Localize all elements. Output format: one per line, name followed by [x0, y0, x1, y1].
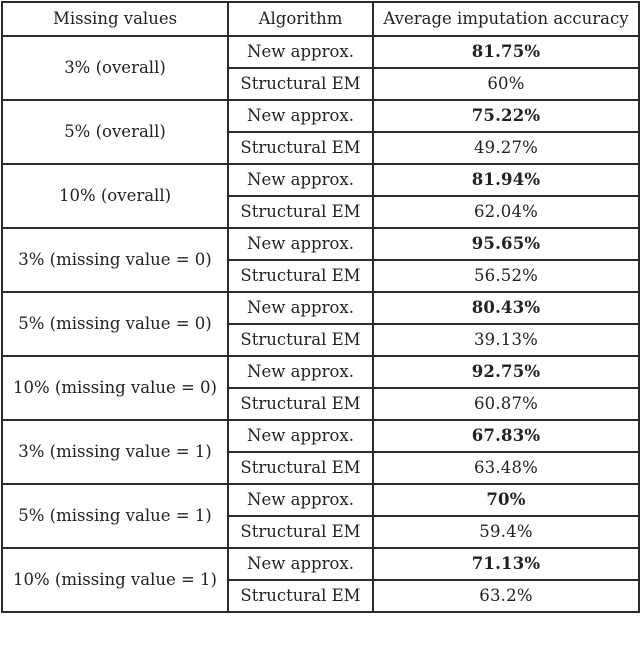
accuracy-cell-best: 75.22%: [372, 99, 640, 133]
algorithm-cell: Structural EM: [227, 579, 374, 613]
algorithm-cell: New approx.: [227, 419, 374, 453]
table-row: 5% (missing value = 0) New approx. 80.43%: [1, 291, 640, 357]
algorithm-cell: New approx.: [227, 291, 374, 325]
algorithm-cell: Structural EM: [227, 323, 374, 357]
accuracy-cell-best: 71.13%: [372, 547, 640, 581]
accuracy-cell: 39.13%: [372, 323, 640, 357]
missing-values-cell: 10% (missing value = 0): [1, 355, 229, 421]
accuracy-cell: 60%: [372, 67, 640, 101]
algorithm-cell: Structural EM: [227, 259, 374, 293]
algorithm-cell: New approx.: [227, 227, 374, 261]
accuracy-cell: 63.2%: [372, 579, 640, 613]
accuracy-cell: 63.48%: [372, 451, 640, 485]
algorithm-cell: New approx.: [227, 483, 374, 517]
header-row: Missing values Algorithm Average imputat…: [1, 1, 640, 37]
algorithm-cell: Structural EM: [227, 195, 374, 229]
imputation-accuracy-table: Missing values Algorithm Average imputat…: [1, 1, 640, 613]
missing-values-cell: 5% (missing value = 1): [1, 483, 229, 549]
algorithm-cell: New approx.: [227, 99, 374, 133]
accuracy-cell: 49.27%: [372, 131, 640, 165]
algorithm-cell: New approx.: [227, 355, 374, 389]
missing-values-cell: 3% (missing value = 0): [1, 227, 229, 293]
accuracy-cell-best: 95.65%: [372, 227, 640, 261]
accuracy-cell-best: 92.75%: [372, 355, 640, 389]
algorithm-cell: Structural EM: [227, 451, 374, 485]
table-row: 3% (overall) New approx. 81.75%: [1, 35, 640, 101]
missing-values-cell: 5% (overall): [1, 99, 229, 165]
header-algorithm: Algorithm: [227, 1, 374, 37]
missing-values-cell: 5% (missing value = 0): [1, 291, 229, 357]
table-row: 5% (overall) New approx. 75.22%: [1, 99, 640, 165]
algorithm-cell: New approx.: [227, 547, 374, 581]
table-body: 3% (overall) New approx. 81.75% Structural …: [1, 35, 640, 613]
document-page: Missing values Algorithm Average imputat…: [0, 0, 640, 658]
accuracy-cell-best: 81.94%: [372, 163, 640, 197]
missing-values-cell: 3% (overall): [1, 35, 229, 101]
header-missing-values: Missing values: [1, 1, 229, 37]
accuracy-cell-best: 81.75%: [372, 35, 640, 69]
algorithm-cell: New approx.: [227, 35, 374, 69]
accuracy-cell-best: 67.83%: [372, 419, 640, 453]
table-row: 5% (missing value = 1) New approx. 70%: [1, 483, 640, 549]
accuracy-cell-best: 80.43%: [372, 291, 640, 325]
accuracy-cell: 59.4%: [372, 515, 640, 549]
table-row: 3% (missing value = 1) New approx. 67.83%: [1, 419, 640, 485]
table-row: 3% (missing value = 0) New approx. 95.65%: [1, 227, 640, 293]
table-row: 10% (overall) New approx. 81.94%: [1, 163, 640, 229]
missing-values-cell: 10% (missing value = 1): [1, 547, 229, 613]
missing-values-cell: 10% (overall): [1, 163, 229, 229]
missing-values-cell: 3% (missing value = 1): [1, 419, 229, 485]
accuracy-cell-best: 70%: [372, 483, 640, 517]
algorithm-cell: Structural EM: [227, 67, 374, 101]
algorithm-cell: Structural EM: [227, 387, 374, 421]
accuracy-cell: 56.52%: [372, 259, 640, 293]
algorithm-cell: Structural EM: [227, 131, 374, 165]
table-row: 10% (missing value = 1) New approx. 71.13%: [1, 547, 640, 613]
header-average-imputation-accuracy: Average imputation accuracy: [372, 1, 640, 37]
accuracy-cell: 60.87%: [372, 387, 640, 421]
table-row: 10% (missing value = 0) New approx. 92.75%: [1, 355, 640, 421]
algorithm-cell: Structural EM: [227, 515, 374, 549]
algorithm-cell: New approx.: [227, 163, 374, 197]
accuracy-cell: 62.04%: [372, 195, 640, 229]
